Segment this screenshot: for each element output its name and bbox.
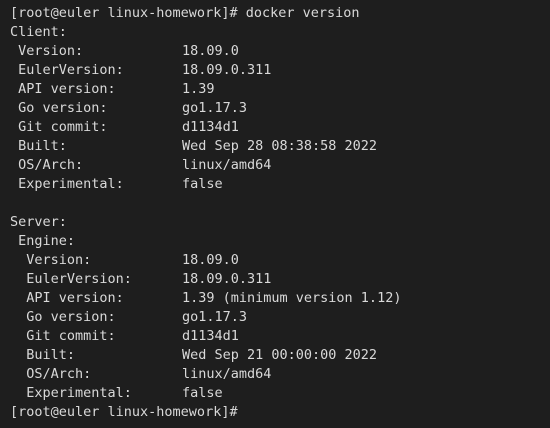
- server-row-os-arch: OS/Arch: linux/amd64: [10, 365, 360, 384]
- client-key: EulerVersion:: [10, 62, 124, 78]
- server-key: OS/Arch:: [10, 366, 92, 382]
- client-key: API version:: [10, 81, 116, 97]
- server-key: Git commit:: [10, 328, 116, 344]
- server-value: d1134d1: [182, 328, 239, 344]
- client-key: Git commit:: [10, 119, 108, 135]
- client-row-os-arch: OS/Arch: linux/amd64: [10, 156, 360, 175]
- client-value: 18.09.0.311: [182, 62, 272, 78]
- client-value: false: [182, 176, 223, 192]
- server-row-go-version: Go version: go1.17.3: [10, 308, 360, 327]
- client-row-version: Version: 18.09.0: [10, 42, 360, 61]
- client-value: 18.09.0: [182, 43, 239, 59]
- server-header: Server:: [10, 214, 67, 230]
- engine-header: Engine:: [10, 233, 76, 249]
- server-value: 18.09.0.311: [182, 271, 272, 287]
- client-value: linux/amd64: [182, 157, 272, 173]
- terminal-window[interactable]: [root@euler linux-homework]# docker vers…: [0, 0, 550, 428]
- server-row-built: Built: Wed Sep 21 00:00:00 2022: [10, 346, 377, 365]
- server-row-git-commit: Git commit: d1134d1: [10, 327, 360, 346]
- server-key: Go version:: [10, 309, 116, 325]
- client-header: Client:: [10, 24, 67, 40]
- server-key: Experimental:: [10, 385, 132, 401]
- server-row-version: Version: 18.09.0: [10, 251, 360, 270]
- server-value: Wed Sep 21 00:00:00 2022: [182, 347, 378, 363]
- server-row-experimental: Experimental: false: [10, 384, 360, 403]
- server-value: go1.17.3: [182, 309, 248, 325]
- server-key: Version:: [10, 252, 92, 268]
- server-value: linux/amd64: [182, 366, 272, 382]
- server-value: false: [182, 385, 223, 401]
- client-row-built: Built: Wed Sep 28 08:38:58 2022: [10, 137, 377, 156]
- client-row-go-version: Go version: go1.17.3: [10, 99, 360, 118]
- client-key: Go version:: [10, 100, 108, 116]
- terminal-output: [root@euler linux-homework]# docker vers…: [10, 4, 401, 422]
- client-row-experimental: Experimental: false: [10, 175, 360, 194]
- client-value: Wed Sep 28 08:38:58 2022: [182, 138, 378, 154]
- client-value: d1134d1: [182, 119, 239, 135]
- server-key: Built:: [10, 347, 76, 363]
- client-row-api-version: API version: 1.39: [10, 80, 360, 99]
- client-key: Version:: [10, 43, 84, 59]
- server-row-euler-version: EulerVersion: 18.09.0.311: [10, 270, 360, 289]
- client-key: Experimental:: [10, 176, 124, 192]
- server-row-api-version: API version: 1.39 (minimum version 1.12): [10, 289, 401, 308]
- client-row-git-commit: Git commit: d1134d1: [10, 118, 360, 137]
- client-row-euler-version: EulerVersion: 18.09.0.311: [10, 61, 360, 80]
- client-value: go1.17.3: [182, 100, 248, 116]
- server-key: EulerVersion:: [10, 271, 132, 287]
- client-key: Built:: [10, 138, 67, 154]
- client-key: OS/Arch:: [10, 157, 84, 173]
- client-value: 1.39: [182, 81, 215, 97]
- prompt-text: [root@euler linux-homework]#: [10, 404, 238, 420]
- server-value: 18.09.0: [182, 252, 239, 268]
- server-value: 1.39 (minimum version 1.12): [182, 290, 402, 306]
- final-prompt[interactable]: [root@euler linux-homework]#: [10, 403, 360, 422]
- server-key: API version:: [10, 290, 124, 306]
- command-line: [root@euler linux-homework]# docker vers…: [10, 5, 360, 21]
